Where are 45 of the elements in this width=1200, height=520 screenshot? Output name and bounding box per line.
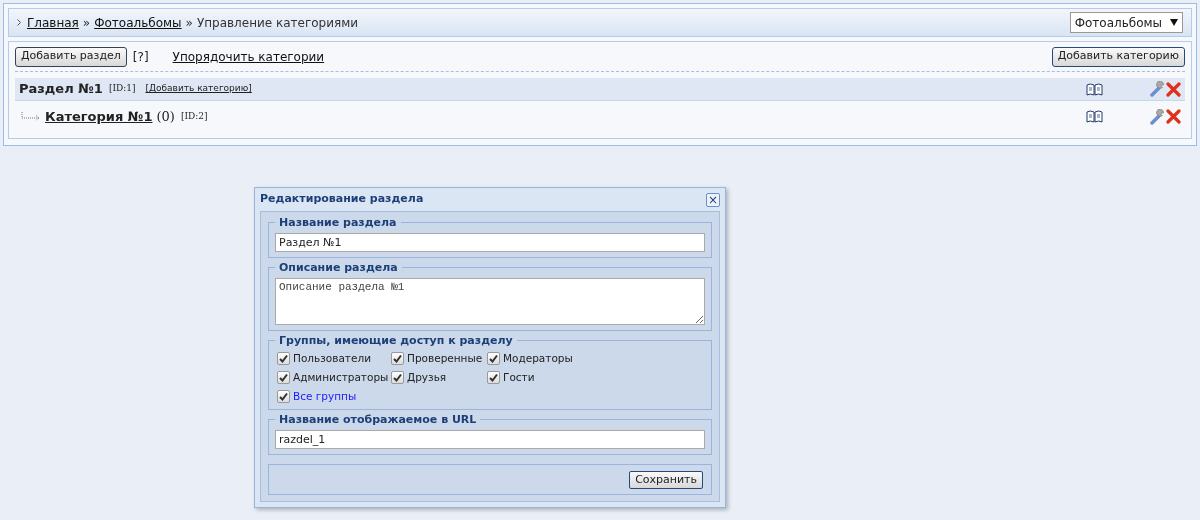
sort-categories-link[interactable]: Упорядочить категории	[172, 47, 325, 66]
group-checkbox[interactable]	[391, 352, 404, 365]
wrench-icon[interactable]	[1150, 108, 1166, 125]
add-category-link[interactable]: [Добавить категорию]	[145, 82, 252, 96]
module-select[interactable]: Фотоальбомы	[1069, 12, 1183, 33]
tree-connector-icon	[21, 112, 41, 121]
id-label: [ID:2]	[180, 109, 208, 123]
save-button[interactable]: Сохранить	[629, 470, 703, 489]
group-label: Проверенные	[407, 350, 483, 366]
group-checkbox[interactable]	[277, 352, 290, 365]
breadcrumb-current: Управление категориями	[196, 14, 359, 32]
help-link[interactable]: [?]	[132, 47, 149, 66]
dropdown-arrow-icon	[1170, 19, 1178, 26]
group-label: Все группы	[293, 388, 357, 404]
group-checkbox[interactable]	[277, 390, 290, 403]
book-icon[interactable]	[1086, 82, 1103, 96]
group-checkbox[interactable]	[277, 371, 290, 384]
group-label: Пользователи	[293, 350, 371, 366]
delete-icon[interactable]	[1166, 81, 1181, 97]
group-checkbox[interactable]	[391, 371, 404, 384]
category-link[interactable]: Категория №1	[45, 106, 153, 127]
dialog-title: Редактирование раздела	[260, 191, 424, 208]
url-field[interactable]: razdel_1	[275, 430, 705, 449]
wrench-icon[interactable]	[1150, 81, 1166, 97]
close-button[interactable]: ×	[706, 192, 720, 207]
breadcrumb-separator: »	[82, 14, 91, 32]
add-section-button[interactable]: Добавить раздел	[15, 46, 127, 67]
description-field[interactable]: Описание раздела №1	[275, 278, 705, 325]
group-label: Администраторы	[293, 369, 389, 385]
book-icon[interactable]	[1086, 110, 1103, 123]
group-checkbox[interactable]	[487, 352, 500, 365]
item-count: (0)	[156, 107, 175, 126]
breadcrumb-link[interactable]: Главная	[27, 13, 79, 32]
id-label: [ID:1]	[108, 82, 136, 96]
group-label: Модераторы	[503, 350, 573, 366]
section-title: Раздел №1	[19, 80, 103, 99]
name-field[interactable]: Раздел №1	[275, 233, 705, 252]
group-checkbox[interactable]	[487, 371, 500, 384]
group-label: Друзья	[407, 369, 447, 385]
breadcrumb-separator: »	[185, 14, 193, 32]
delete-icon[interactable]	[1166, 109, 1181, 124]
group-label: Гости	[503, 369, 535, 385]
breadcrumb-link[interactable]: Фотоальбомы	[94, 13, 182, 32]
chevron-icon	[17, 19, 21, 26]
add-category-button[interactable]: Добавить категорию	[1051, 46, 1185, 67]
